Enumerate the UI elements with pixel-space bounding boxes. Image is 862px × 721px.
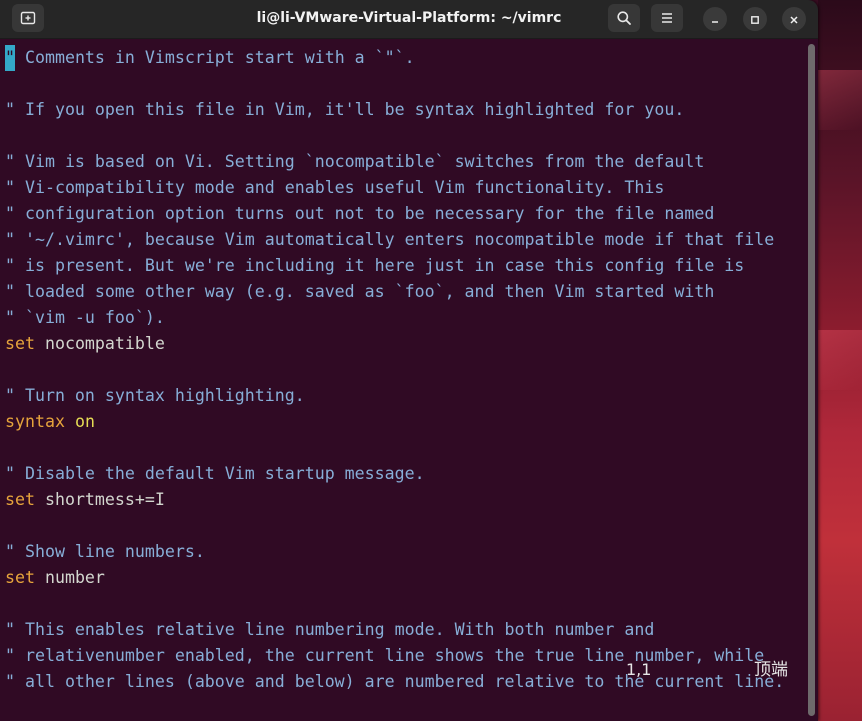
code-arg: shortmess+=I (34, 490, 165, 509)
code-keyword: set (5, 490, 35, 509)
editor-line: " If you open this file in Vim, it'll be… (5, 97, 684, 123)
editor-line: " Vim is based on Vi. Setting `nocompati… (5, 149, 704, 175)
editor-line: " is present. But we're including it her… (5, 253, 744, 279)
code-comment: " `vim -u foo`). (5, 308, 165, 327)
editor-line: " Turn on syntax highlighting. (5, 383, 305, 409)
search-button[interactable] (608, 4, 640, 32)
editor-line: set shortmess+=I (5, 487, 165, 513)
code-arg (65, 412, 75, 431)
editor-line: " This enables relative line numbering m… (5, 617, 654, 643)
minimize-icon (710, 10, 720, 29)
editor-line: " Show line numbers. (5, 539, 205, 565)
editor-line: " '~/.vimrc', because Vim automatically … (5, 227, 774, 253)
code-keyword: set (5, 568, 35, 587)
cursor-position: 1,1 (626, 660, 652, 679)
code-keyword: syntax (5, 412, 65, 431)
editor-line: " configuration option turns out not to … (5, 201, 714, 227)
menu-button[interactable] (651, 4, 683, 32)
editor-line: " `vim -u foo`). (5, 305, 165, 331)
editor-line: " Disable the default Vim startup messag… (5, 461, 425, 487)
code-comment: " configuration option turns out not to … (5, 204, 715, 223)
window-title: li@li-VMware-Virtual-Platform: ~/vimrc (256, 10, 562, 26)
code-comment: " If you open this file in Vim, it'll be… (5, 100, 685, 119)
desktop-wallpaper (818, 0, 862, 721)
editor-line: " Vi-compatibility mode and enables usef… (5, 175, 664, 201)
vim-editor[interactable]: " Comments in Vimscript start with a `"`… (0, 39, 806, 721)
code-comment: " Vim is based on Vi. Setting `nocompati… (5, 152, 705, 171)
title-bar: li@li-VMware-Virtual-Platform: ~/vimrc (0, 0, 818, 39)
hamburger-menu-icon (659, 10, 675, 26)
code-arg: nocompatible (34, 334, 165, 353)
editor-line: set nocompatible (5, 331, 165, 357)
new-tab-button[interactable] (12, 4, 44, 32)
maximize-button[interactable] (743, 7, 767, 31)
code-comment: " Show line numbers. (5, 542, 205, 561)
minimize-button[interactable] (703, 7, 727, 31)
code-comment: " loaded some other way (e.g. saved as `… (5, 282, 715, 301)
text-cursor: " (5, 45, 15, 71)
editor-line: set number (5, 565, 105, 591)
new-tab-icon (20, 10, 36, 26)
code-comment: " all other lines (above and below) are … (5, 672, 785, 691)
code-comment: " Turn on syntax highlighting. (5, 386, 305, 405)
code-comment: " '~/.vimrc', because Vim automatically … (5, 230, 775, 249)
scrollbar[interactable] (808, 44, 815, 716)
editor-line: syntax on (5, 409, 95, 435)
close-icon (789, 10, 799, 29)
scroll-indicator: 顶端 (754, 660, 788, 680)
code-comment: " is present. But we're including it her… (5, 256, 745, 275)
code-comment: " Disable the default Vim startup messag… (5, 464, 425, 483)
maximize-icon (750, 10, 760, 29)
editor-line: " loaded some other way (e.g. saved as `… (5, 279, 714, 305)
terminal-window: li@li-VMware-Virtual-Platform: ~/vimrc "… (0, 0, 818, 721)
code-keyword: set (5, 334, 35, 353)
wallpaper-stripe (818, 330, 862, 390)
wallpaper-stripe (818, 70, 862, 130)
close-button[interactable] (782, 7, 806, 31)
code-comment: " Vi-compatibility mode and enables usef… (5, 178, 665, 197)
code-comment: Comments in Vimscript start with a `"`. (15, 48, 415, 67)
editor-line: " Comments in Vimscript start with a `"`… (5, 45, 415, 71)
code-option: on (74, 412, 95, 431)
search-icon (616, 10, 632, 26)
code-arg: number (34, 568, 105, 587)
editor-line: " all other lines (above and below) are … (5, 669, 784, 695)
code-comment: " This enables relative line numbering m… (5, 620, 655, 639)
